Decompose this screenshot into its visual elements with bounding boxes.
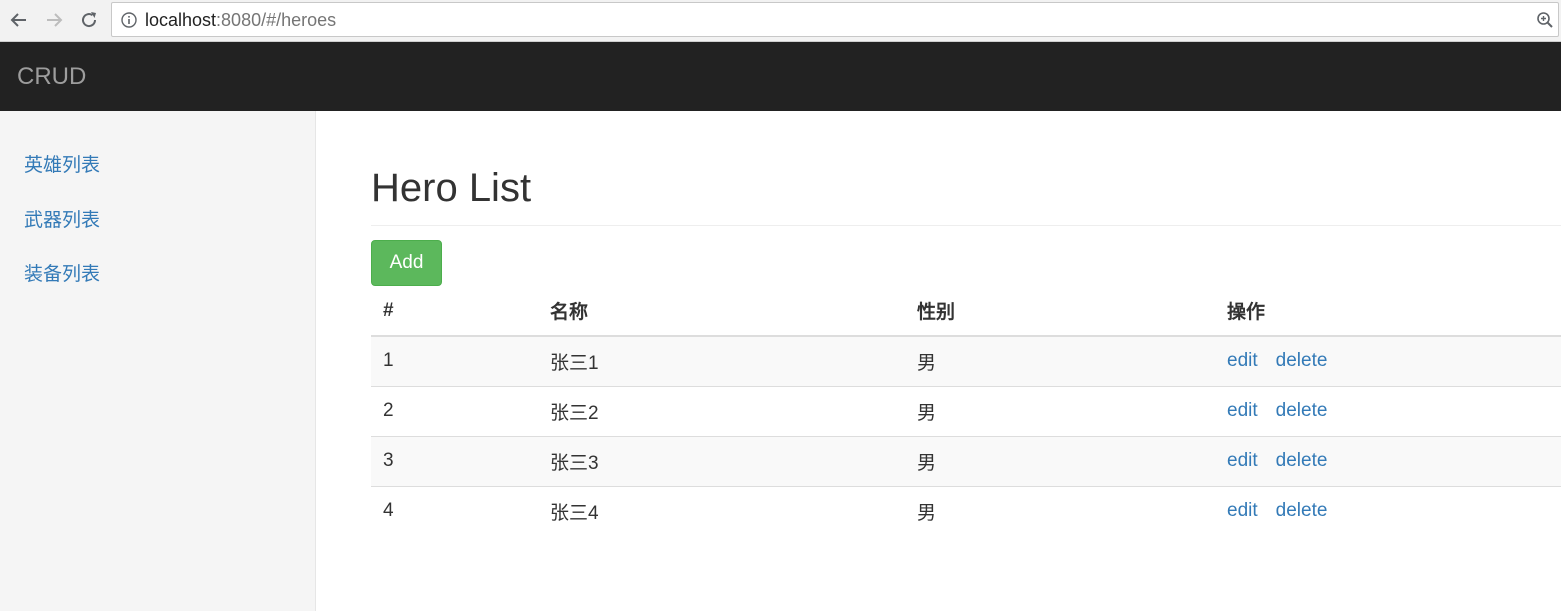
- info-icon[interactable]: [121, 12, 137, 28]
- browser-toolbar: localhost:8080/#/heroes: [0, 0, 1561, 42]
- table-row: 4 张三4 男 edit delete: [371, 485, 1561, 536]
- table-header-row: # 名称 性别 操作: [371, 286, 1561, 337]
- cell-name: 张三3: [538, 435, 905, 486]
- cell-id: 1: [383, 350, 394, 372]
- add-button[interactable]: Add: [371, 240, 442, 286]
- title-divider: [371, 225, 1561, 226]
- sidebar-item-equipment[interactable]: 装备列表: [24, 264, 100, 286]
- cell-actions: edit delete: [1215, 336, 1561, 386]
- table-row: 2 张三2 男 edit delete: [371, 385, 1561, 436]
- delete-link[interactable]: delete: [1276, 350, 1328, 371]
- sidebar-item-weapons[interactable]: 武器列表: [24, 210, 100, 232]
- sidebar: 英雄列表 武器列表 装备列表: [0, 111, 316, 611]
- cell-name: 张三2: [538, 385, 905, 436]
- address-bar[interactable]: localhost:8080/#/heroes: [111, 2, 1559, 37]
- table-row: 3 张三3 男 edit delete: [371, 435, 1561, 486]
- column-header-actions: 操作: [1215, 286, 1561, 337]
- url-path: :8080/#/heroes: [216, 10, 337, 30]
- forward-button[interactable]: [40, 6, 68, 34]
- column-header-id: #: [371, 286, 538, 337]
- column-header-name: 名称: [538, 286, 905, 337]
- cell-gender: 男: [905, 385, 1215, 436]
- url-text[interactable]: localhost:8080/#/heroes: [145, 10, 336, 30]
- brand-link[interactable]: CRUD: [17, 64, 86, 90]
- cell-name: 张三4: [538, 485, 905, 536]
- cell-gender: 男: [905, 435, 1215, 486]
- cell-actions: edit delete: [1215, 485, 1561, 536]
- cell-actions: edit delete: [1215, 385, 1561, 436]
- sidebar-item-heroes[interactable]: 英雄列表: [24, 155, 100, 177]
- zoom-icon[interactable]: [1536, 11, 1554, 29]
- cell-id: 2: [371, 385, 538, 436]
- column-header-gender: 性别: [905, 286, 1215, 337]
- top-navbar: CRUD: [0, 42, 1561, 111]
- page-title: Hero List: [371, 166, 532, 210]
- edit-link[interactable]: edit: [1227, 400, 1258, 421]
- delete-link[interactable]: delete: [1276, 500, 1328, 521]
- reload-button[interactable]: [75, 6, 103, 34]
- cell-id: 4: [371, 485, 538, 536]
- url-host: localhost: [145, 10, 217, 30]
- back-button[interactable]: [5, 6, 33, 34]
- delete-link[interactable]: delete: [1276, 400, 1328, 421]
- hero-table: # 名称 性别 操作 1 张三1 男 edit delete 2 张三2 男 ed…: [371, 286, 1561, 536]
- edit-link[interactable]: edit: [1227, 350, 1258, 371]
- cell-gender: 男: [917, 352, 937, 374]
- delete-link[interactable]: delete: [1276, 450, 1328, 471]
- edit-link[interactable]: edit: [1227, 500, 1258, 521]
- back-icon: [10, 13, 26, 27]
- cell-name: 张三1: [550, 352, 599, 374]
- forward-icon: [47, 13, 63, 27]
- cell-id: 3: [371, 435, 538, 486]
- table-row: 1 张三1 男 edit delete: [371, 336, 1561, 386]
- cell-gender: 男: [905, 485, 1215, 536]
- cell-actions: edit delete: [1215, 435, 1561, 486]
- reload-icon: [82, 12, 97, 28]
- edit-link[interactable]: edit: [1227, 450, 1258, 471]
